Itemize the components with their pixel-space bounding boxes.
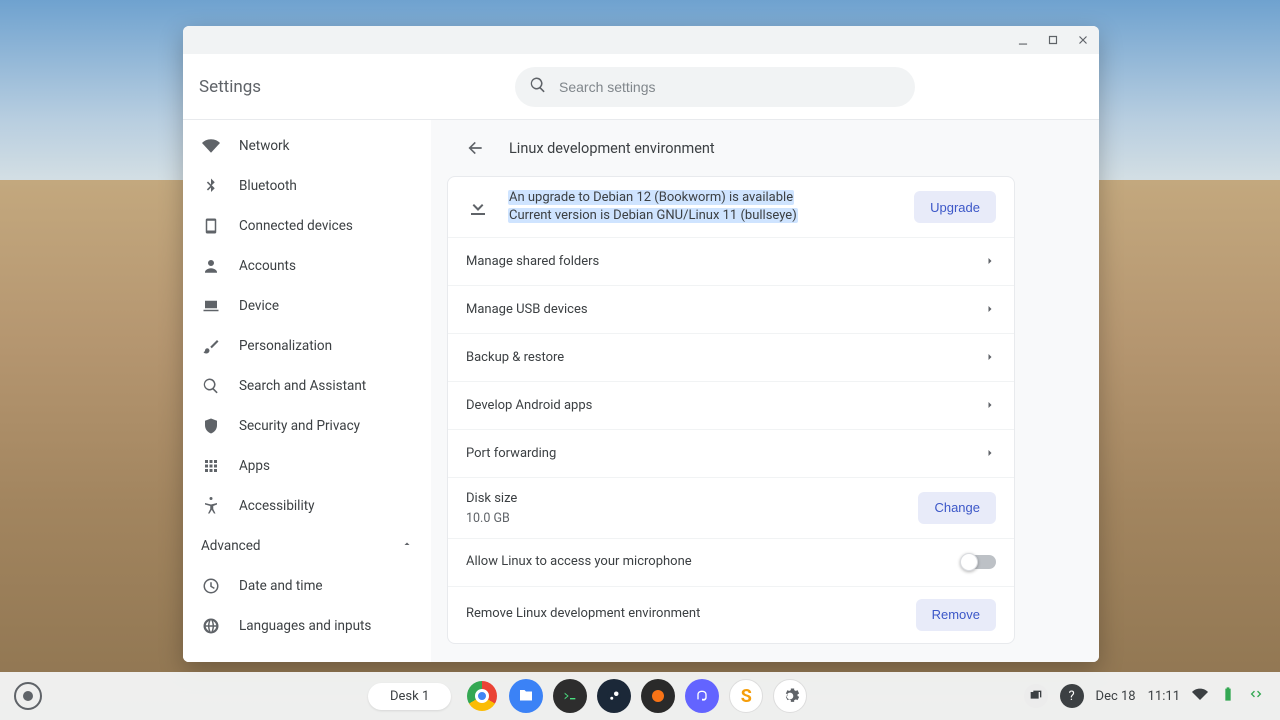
row-upgrade: An upgrade to Debian 12 (Bookworm) is av… [448,177,1014,237]
search-box[interactable] [515,67,915,107]
page-header: Linux development environment [447,120,1015,176]
sidebar-item-label: Accounts [239,258,296,274]
sidebar-item-personalization[interactable]: Personalization [183,326,431,366]
tray-dev-icon[interactable] [1248,686,1264,706]
launcher-button[interactable] [14,682,42,710]
settings-header: Settings [183,54,1099,120]
sidebar-item-accounts[interactable]: Accounts [183,246,431,286]
minimize-button[interactable] [1013,30,1033,50]
apps-icon [201,456,221,476]
maximize-button[interactable] [1043,30,1063,50]
files-app-icon[interactable] [509,679,543,713]
tray-windows-icon[interactable] [1024,684,1048,708]
change-disk-button[interactable]: Change [918,492,996,524]
app-icon-5[interactable] [641,679,675,713]
chevron-right-icon [984,348,996,367]
sidebar-item-label: Bluetooth [239,178,297,194]
laptop-icon [201,296,221,316]
mic-label: Allow Linux to access your microphone [466,553,692,571]
content-area: Linux development environment An upgrade… [431,120,1099,662]
row-backup-restore[interactable]: Backup & restore [448,333,1014,381]
shelf-apps: S [465,679,807,713]
sidebar-item-label: Date and time [239,578,323,594]
tray-battery-icon[interactable] [1220,686,1236,706]
sidebar-item-connected-devices[interactable]: Connected devices [183,206,431,246]
settings-window: Settings Network Bluetooth Connected dev… [183,26,1099,662]
row-usb-devices[interactable]: Manage USB devices [448,285,1014,333]
download-icon [466,195,490,219]
row-microphone: Allow Linux to access your microphone [448,538,1014,586]
app-title: Settings [199,77,515,97]
sidebar-section-advanced[interactable]: Advanced [183,526,431,566]
linux-settings-card: An upgrade to Debian 12 (Bookworm) is av… [447,176,1015,644]
phone-icon [201,216,221,236]
tray-help-icon[interactable]: ? [1060,684,1084,708]
sidebar-item-network[interactable]: Network [183,126,431,166]
sidebar-item-label: Network [239,138,289,154]
sidebar-item-bluetooth[interactable]: Bluetooth [183,166,431,206]
sidebar-item-accessibility[interactable]: Accessibility [183,486,431,526]
chevron-right-icon [984,396,996,415]
search-input[interactable] [559,79,901,95]
sidebar-item-label: Security and Privacy [239,418,360,434]
bluetooth-icon [201,176,221,196]
terminal-app-icon[interactable] [553,679,587,713]
search-nav-icon [201,376,221,396]
app-icon-7[interactable]: S [729,679,763,713]
sidebar-item-label: Languages and inputs [239,618,371,634]
settings-app-icon[interactable] [773,679,807,713]
disk-size-label: Disk size [466,490,517,508]
chevron-right-icon [984,252,996,271]
remove-button[interactable]: Remove [916,599,996,631]
row-remove-linux: Remove Linux development environment Rem… [448,586,1014,643]
window-titlebar [183,26,1099,54]
sidebar-item-label: Apps [239,458,270,474]
upgrade-text: An upgrade to Debian 12 (Bookworm) is av… [508,189,798,225]
shelf: Desk 1 S ? Dec 18 11:11 [0,672,1280,720]
remove-label: Remove Linux development environment [466,605,700,623]
chevron-right-icon [984,300,996,319]
row-develop-android[interactable]: Develop Android apps [448,381,1014,429]
system-tray[interactable]: ? Dec 18 11:11 [1024,684,1272,708]
close-button[interactable] [1073,30,1093,50]
wifi-icon [201,136,221,156]
page-title: Linux development environment [509,140,715,157]
clock-icon [201,576,221,596]
upgrade-button[interactable]: Upgrade [914,191,996,223]
search-icon [529,76,547,98]
person-icon [201,256,221,276]
sidebar: Network Bluetooth Connected devices Acco… [183,120,431,662]
sidebar-item-device[interactable]: Device [183,286,431,326]
row-disk-size: Disk size 10.0 GB Change [448,477,1014,537]
sidebar-item-security-privacy[interactable]: Security and Privacy [183,406,431,446]
mic-toggle[interactable] [962,555,996,569]
chevron-right-icon [984,444,996,463]
back-button[interactable] [459,132,491,164]
tray-time: 11:11 [1148,689,1180,704]
sidebar-item-label: Accessibility [239,498,315,514]
desk-indicator[interactable]: Desk 1 [368,683,451,710]
row-shared-folders[interactable]: Manage shared folders [448,237,1014,285]
sidebar-item-date-time[interactable]: Date and time [183,566,431,606]
sidebar-item-apps[interactable]: Apps [183,446,431,486]
sidebar-item-label: Personalization [239,338,332,354]
sidebar-item-search-assistant[interactable]: Search and Assistant [183,366,431,406]
accessibility-icon [201,496,221,516]
mastodon-app-icon[interactable] [685,679,719,713]
sidebar-section-label: Advanced [201,538,261,554]
row-port-forwarding[interactable]: Port forwarding [448,429,1014,477]
chrome-app-icon[interactable] [465,679,499,713]
sidebar-item-label: Search and Assistant [239,378,366,394]
brush-icon [201,336,221,356]
chevron-up-icon [401,538,413,554]
sidebar-item-label: Device [239,298,279,314]
tray-wifi-icon[interactable] [1192,686,1208,706]
steam-app-icon[interactable] [597,679,631,713]
tray-date: Dec 18 [1096,689,1136,704]
shield-icon [201,416,221,436]
disk-size-value: 10.0 GB [466,511,517,526]
sidebar-item-label: Connected devices [239,218,353,234]
sidebar-item-languages[interactable]: Languages and inputs [183,606,431,646]
globe-icon [201,616,221,636]
